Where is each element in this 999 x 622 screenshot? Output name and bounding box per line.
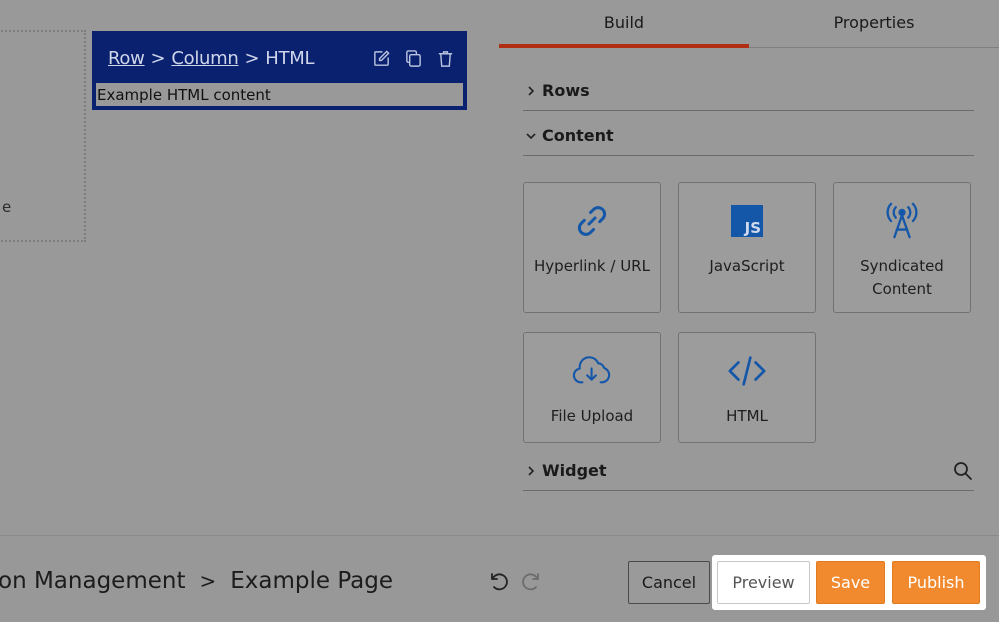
html-block-toolbar: Row > Column > HTML [94,33,465,83]
html-content-text: Example HTML content [97,86,271,104]
tab-properties[interactable]: Properties [749,0,999,47]
section-rows-toggle[interactable]: Rows [523,71,974,111]
antenna-icon [882,201,922,241]
breadcrumb-parent[interactable]: on Management [0,568,185,594]
panel-tabs: Build Properties [499,0,999,48]
preview-button[interactable]: Preview [717,561,810,604]
tab-build[interactable]: Build [499,0,749,48]
undo-icon[interactable] [487,570,509,592]
breadcrumb-row-link[interactable]: Row [108,48,145,69]
section-content-label: Content [542,126,614,145]
publish-button[interactable]: Publish [892,561,980,604]
tile-label: HTML [726,407,768,425]
tile-file-upload[interactable]: File Upload [523,332,661,443]
breadcrumb-current: HTML [265,47,315,69]
section-rows-label: Rows [542,81,590,100]
placeholder-text: e [2,198,12,216]
tile-label: Syndicated Content [860,257,944,298]
chevron-right-icon [525,85,537,97]
block-breadcrumb: Row > Column > HTML [108,48,314,69]
tile-syndicated-content[interactable]: Syndicated Content [833,182,971,313]
tile-label: File Upload [550,407,634,425]
history-controls [487,570,543,592]
panel-body: Rows Content Hyperlink / URL JS JavaScri… [523,48,974,491]
trash-icon[interactable] [436,49,455,68]
html-block-content[interactable]: Example HTML content [94,81,465,108]
breadcrumb-current-page: Example Page [230,568,394,594]
chevron-down-icon [525,132,537,140]
copy-icon[interactable] [404,49,423,68]
tile-label: JavaScript [709,257,785,275]
search-icon[interactable] [952,460,974,482]
tile-label: Hyperlink / URL [534,257,650,275]
tile-html[interactable]: HTML [678,332,816,443]
javascript-icon: JS [727,201,767,241]
link-icon [572,201,612,241]
cancel-button[interactable]: Cancel [628,561,710,604]
content-tiles: Hyperlink / URL JS JavaScript Syndicated… [523,182,974,443]
section-widget-label: Widget [542,461,607,480]
save-button[interactable]: Save [816,561,885,604]
tile-hyperlink[interactable]: Hyperlink / URL [523,182,661,313]
breadcrumb-separator: > [150,47,166,69]
editor-footer: on Management > Example Page Cancel Previe… [0,535,999,622]
builder-panel: Build Properties Rows Content Hyperlink … [499,0,999,535]
edit-icon[interactable] [372,49,391,68]
empty-column-placeholder[interactable]: e [0,30,86,242]
code-icon [727,351,767,391]
page-canvas: e Row > Column > HTML Example HTML conte… [0,0,499,535]
redo-icon[interactable] [521,570,543,592]
tile-javascript[interactable]: JS JavaScript [678,182,816,313]
cloud-download-icon [572,351,612,391]
section-widget-toggle[interactable]: Widget [523,451,974,491]
breadcrumb-column-link[interactable]: Column [171,48,238,69]
breadcrumb-separator: > [199,569,217,593]
chevron-right-icon [525,465,537,477]
section-content-toggle[interactable]: Content [523,116,974,156]
breadcrumb-separator: > [244,47,260,69]
block-actions [372,49,455,68]
selected-html-block[interactable]: Row > Column > HTML Example HTML content [92,31,467,110]
page-breadcrumb: on Management > Example Page [0,568,393,594]
js-badge-text: JS [744,219,761,237]
